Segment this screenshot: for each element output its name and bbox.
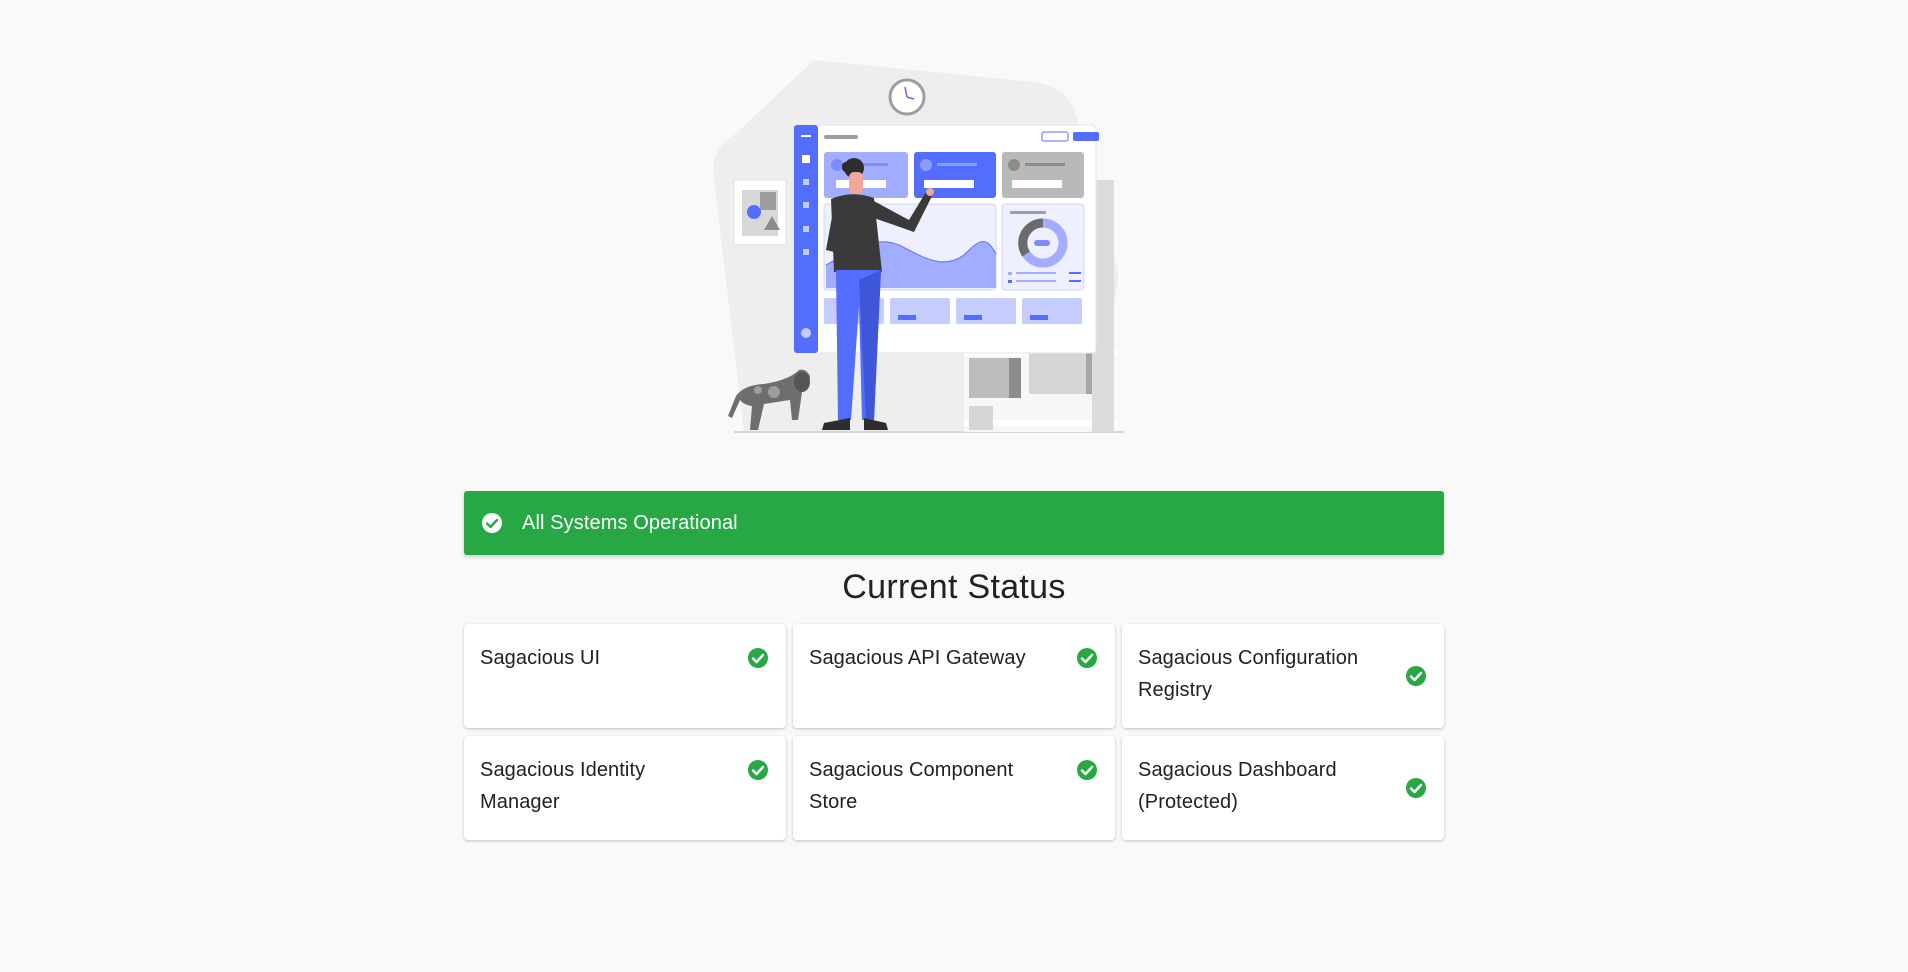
service-card-dashboard-protected: Sagacious Dashboard (Protected) (1122, 736, 1444, 840)
check-circle-icon (746, 646, 770, 670)
service-card-component-store: Sagacious Component Store (793, 736, 1115, 840)
service-name: Sagacious Dashboard (Protected) (1138, 759, 1337, 813)
service-grid: Sagacious UI Sagacious API Gateway Sagac… (464, 624, 1444, 840)
dashboard-illustration (713, 60, 1124, 433)
service-card-sagacious-ui: Sagacious UI (464, 624, 786, 728)
hero-illustration (0, 40, 1908, 440)
check-circle-icon (1404, 664, 1428, 688)
check-circle-icon (1075, 758, 1099, 782)
status-page: All Systems Operational Current Status S… (0, 0, 1908, 972)
status-banner-text: All Systems Operational (522, 511, 738, 534)
status-banner: All Systems Operational (464, 491, 1444, 555)
page-title: Current Status (842, 568, 1066, 606)
service-name: Sagacious UI (480, 647, 601, 669)
service-name: Sagacious Identity Manager (480, 759, 646, 813)
service-card-api-gateway: Sagacious API Gateway (793, 624, 1115, 728)
service-name: Sagacious Component Store (809, 759, 1014, 813)
check-circle-icon (480, 511, 504, 535)
check-circle-icon (746, 758, 770, 782)
check-circle-icon (1075, 646, 1099, 670)
check-circle-icon (1404, 776, 1428, 800)
service-card-configuration-registry: Sagacious Configuration Registry (1122, 624, 1444, 728)
service-card-identity-manager: Sagacious Identity Manager (464, 736, 786, 840)
service-name: Sagacious API Gateway (809, 647, 1026, 669)
service-name: Sagacious Configuration Registry (1138, 647, 1359, 701)
